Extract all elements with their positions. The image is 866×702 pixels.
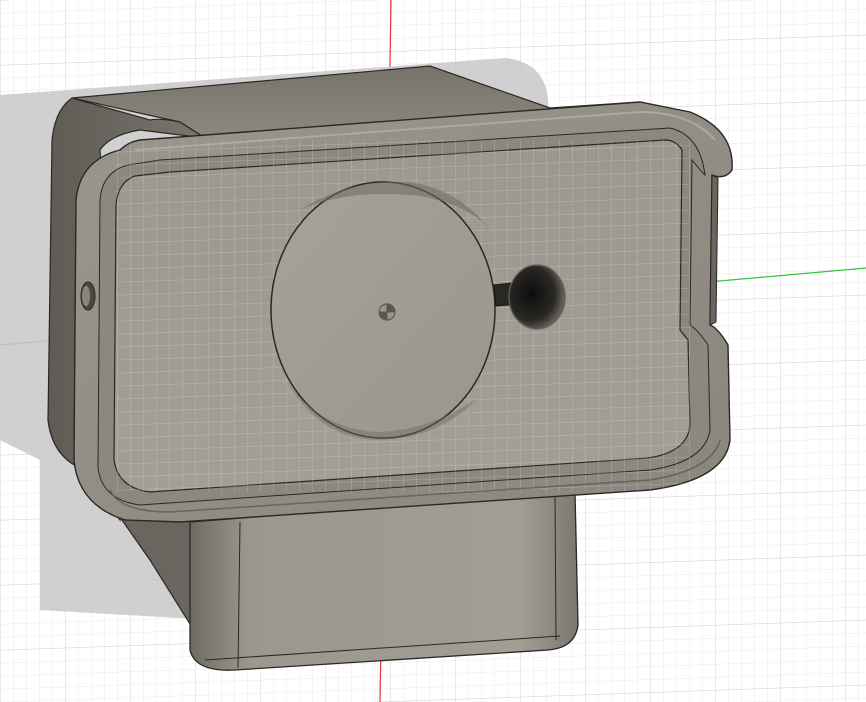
viewport-canvas[interactable] (0, 0, 866, 702)
origin-marker[interactable] (378, 303, 396, 321)
lower-block[interactable] (189, 491, 579, 671)
side-pin-hole-inner (82, 286, 90, 306)
3d-viewport[interactable] (0, 0, 866, 702)
